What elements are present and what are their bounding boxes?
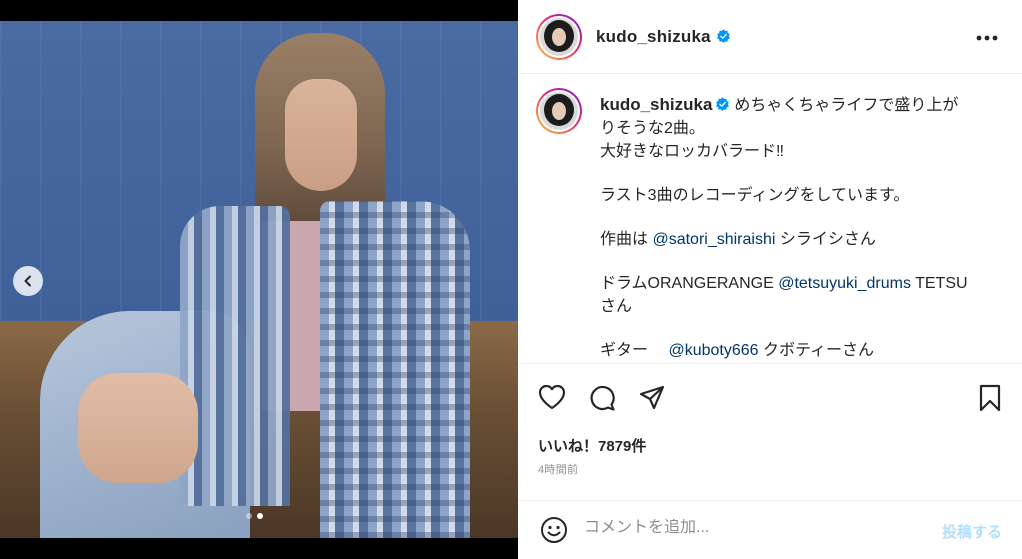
likes-count[interactable]: いいね！7879件 — [538, 435, 646, 456]
caption-paragraph: kudo_shizuka めちゃくちゃライフで盛り上が りそうな2曲。 大好きなロ… — [600, 93, 1000, 163]
post-side-panel: kudo_shizuka kudo_shizuka めちゃくちゃライフで盛り上が… — [518, 0, 1022, 559]
photo-hands — [78, 373, 198, 483]
caption-paragraph: 作曲は @satori_shiraishi シライシさん — [600, 228, 1000, 251]
caption-username[interactable]: kudo_shizuka — [600, 95, 712, 114]
comment-bar: 投稿する — [518, 500, 1022, 559]
comment-icon[interactable] — [588, 384, 616, 416]
post-header: kudo_shizuka — [518, 0, 1022, 74]
verified-badge-icon — [716, 29, 731, 44]
post-comment-button[interactable]: 投稿する — [942, 521, 1002, 542]
mention-link[interactable]: @kuboty666 — [668, 342, 758, 359]
comment-input[interactable] — [584, 519, 914, 537]
caption-text: シライシさん — [775, 231, 876, 248]
caption-paragraph: ドラムORANGERANGE @tetsuyuki_drums TETSU さん — [600, 272, 1000, 318]
caption-paragraph: ギター @kuboty666 クボティーさん — [600, 339, 1000, 362]
caption-text: ギター — [600, 342, 669, 359]
carousel-dot — [246, 513, 252, 519]
mention-link[interactable]: @tetsuyuki_drums — [778, 275, 911, 292]
caption-text: ドラムORANGERANGE — [600, 275, 779, 292]
avatar-image — [540, 17, 578, 56]
caption-text: TETSU — [910, 275, 968, 292]
action-bar — [518, 363, 1022, 433]
avatar[interactable] — [536, 13, 582, 60]
caption-text: 大好きなロッカバラード‼︎ — [600, 143, 785, 160]
post-photo — [0, 21, 518, 538]
caption-avatar-border — [538, 90, 580, 132]
heart-icon[interactable] — [538, 384, 566, 414]
post-caption: kudo_shizuka めちゃくちゃライフで盛り上が りそうな2曲。 大好きなロ… — [600, 93, 1000, 362]
caption-text: ラスト3曲のレコーディングをしています。 — [600, 187, 910, 204]
share-icon[interactable] — [638, 384, 666, 416]
emoji-icon[interactable] — [540, 516, 568, 548]
carousel-dots — [246, 513, 263, 519]
photo-jacket-right — [320, 201, 470, 538]
avatar-face — [552, 27, 566, 46]
caption-text: さん — [600, 298, 633, 315]
more-horizontal-icon[interactable] — [976, 26, 998, 45]
caption-avatar[interactable] — [536, 88, 582, 134]
avatar-face — [552, 102, 566, 120]
bookmark-icon[interactable] — [978, 384, 1002, 416]
post-media[interactable] — [0, 0, 518, 559]
caption-paragraph: ラスト3曲のレコーディングをしています。 — [600, 184, 1000, 207]
caption-text: りそうな2曲。 — [600, 120, 705, 137]
carousel-prev-button[interactable] — [13, 266, 43, 296]
photo-jacket-left — [180, 206, 290, 506]
verified-badge-icon — [715, 96, 730, 111]
photo-face — [285, 79, 357, 191]
caption-text: めちゃくちゃライフで盛り上が — [734, 97, 959, 114]
carousel-dot-active — [257, 513, 263, 519]
caption-text: 作曲は — [600, 231, 653, 248]
caption-area: kudo_shizuka めちゃくちゃライフで盛り上が りそうな2曲。 大好きなロ… — [518, 75, 1022, 363]
chevron-left-icon — [24, 275, 31, 287]
mention-link[interactable]: @satori_shiraishi — [652, 231, 775, 248]
post-timestamp[interactable]: 4時間前 — [538, 461, 578, 477]
caption-avatar-image — [540, 92, 578, 130]
caption-avatar-ring — [536, 88, 582, 134]
avatar-border — [538, 15, 580, 58]
caption-text: クボティーさん — [758, 342, 875, 359]
header-username[interactable]: kudo_shizuka — [596, 27, 711, 47]
